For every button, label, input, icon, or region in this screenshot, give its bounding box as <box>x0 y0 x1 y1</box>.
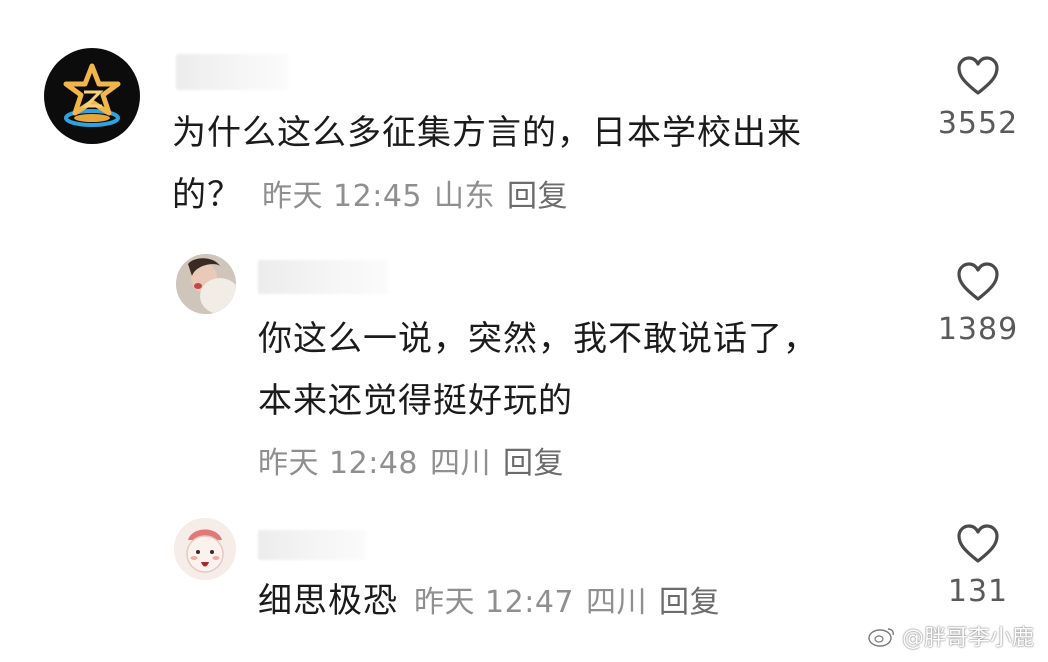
like-button[interactable]: 131 <box>928 524 1028 609</box>
comment-location: 四川 <box>586 585 647 620</box>
comment-text-line: 为什么这么多征集方言的，日本学校出来 <box>172 113 802 153</box>
like-count: 3552 <box>937 106 1019 141</box>
comment-time: 昨天 12:48 <box>258 446 418 481</box>
comment-text-row: 细思极恐 昨天 12:47 四川 回复 <box>258 570 732 632</box>
watermark: @胖哥李小鹿 <box>868 620 1034 652</box>
heart-outline-icon <box>957 262 999 301</box>
reply-button[interactable]: 回复 <box>507 179 568 214</box>
comment-text: 细思极恐 <box>258 581 398 621</box>
avatar[interactable] <box>174 518 236 580</box>
reply-button[interactable]: 回复 <box>503 446 564 481</box>
comment-time: 昨天 12:45 <box>262 179 422 214</box>
comment-text: 为什么这么多征集方言的，日本学校出来 的？ 昨天 12:45 山东 回复 <box>172 102 892 228</box>
comment-text: 你这么一说，突然，我不敢说话了， 本来还觉得挺好玩的 <box>258 308 898 432</box>
weibo-logo-icon <box>868 628 894 647</box>
comment-meta: 昨天 12:48 四川 回复 <box>258 438 576 482</box>
heart-outline-icon <box>957 524 999 563</box>
like-count: 131 <box>947 574 1009 609</box>
like-button[interactable]: 1389 <box>928 262 1028 347</box>
comment-text-line: 的？ <box>172 175 242 215</box>
avatar[interactable] <box>176 254 236 314</box>
username-blurred[interactable] <box>258 530 366 560</box>
username-blurred[interactable] <box>258 260 388 294</box>
avatar-photo-icon <box>176 254 236 314</box>
like-button[interactable]: 3552 <box>928 56 1028 141</box>
comment-text-line: 本来还觉得挺好玩的 <box>258 381 573 421</box>
username-blurred[interactable] <box>176 54 288 90</box>
watermark-text: @胖哥李小鹿 <box>901 626 1034 651</box>
star-trophy-icon <box>63 63 121 127</box>
heart-outline-icon <box>957 56 999 95</box>
like-count: 1389 <box>937 312 1019 347</box>
comment-text-line: 你这么一说，突然，我不敢说话了， <box>258 319 818 359</box>
avatar[interactable] <box>44 48 140 144</box>
comment-location: 四川 <box>430 446 491 481</box>
cartoon-avatar-icon <box>174 518 236 580</box>
comment-location: 山东 <box>434 179 495 214</box>
comment-time: 昨天 12:47 <box>414 585 574 620</box>
reply-button[interactable]: 回复 <box>659 585 720 620</box>
comment-meta: 昨天 12:47 四川 回复 <box>414 577 732 621</box>
comment-meta: 昨天 12:45 山东 回复 <box>262 166 580 228</box>
